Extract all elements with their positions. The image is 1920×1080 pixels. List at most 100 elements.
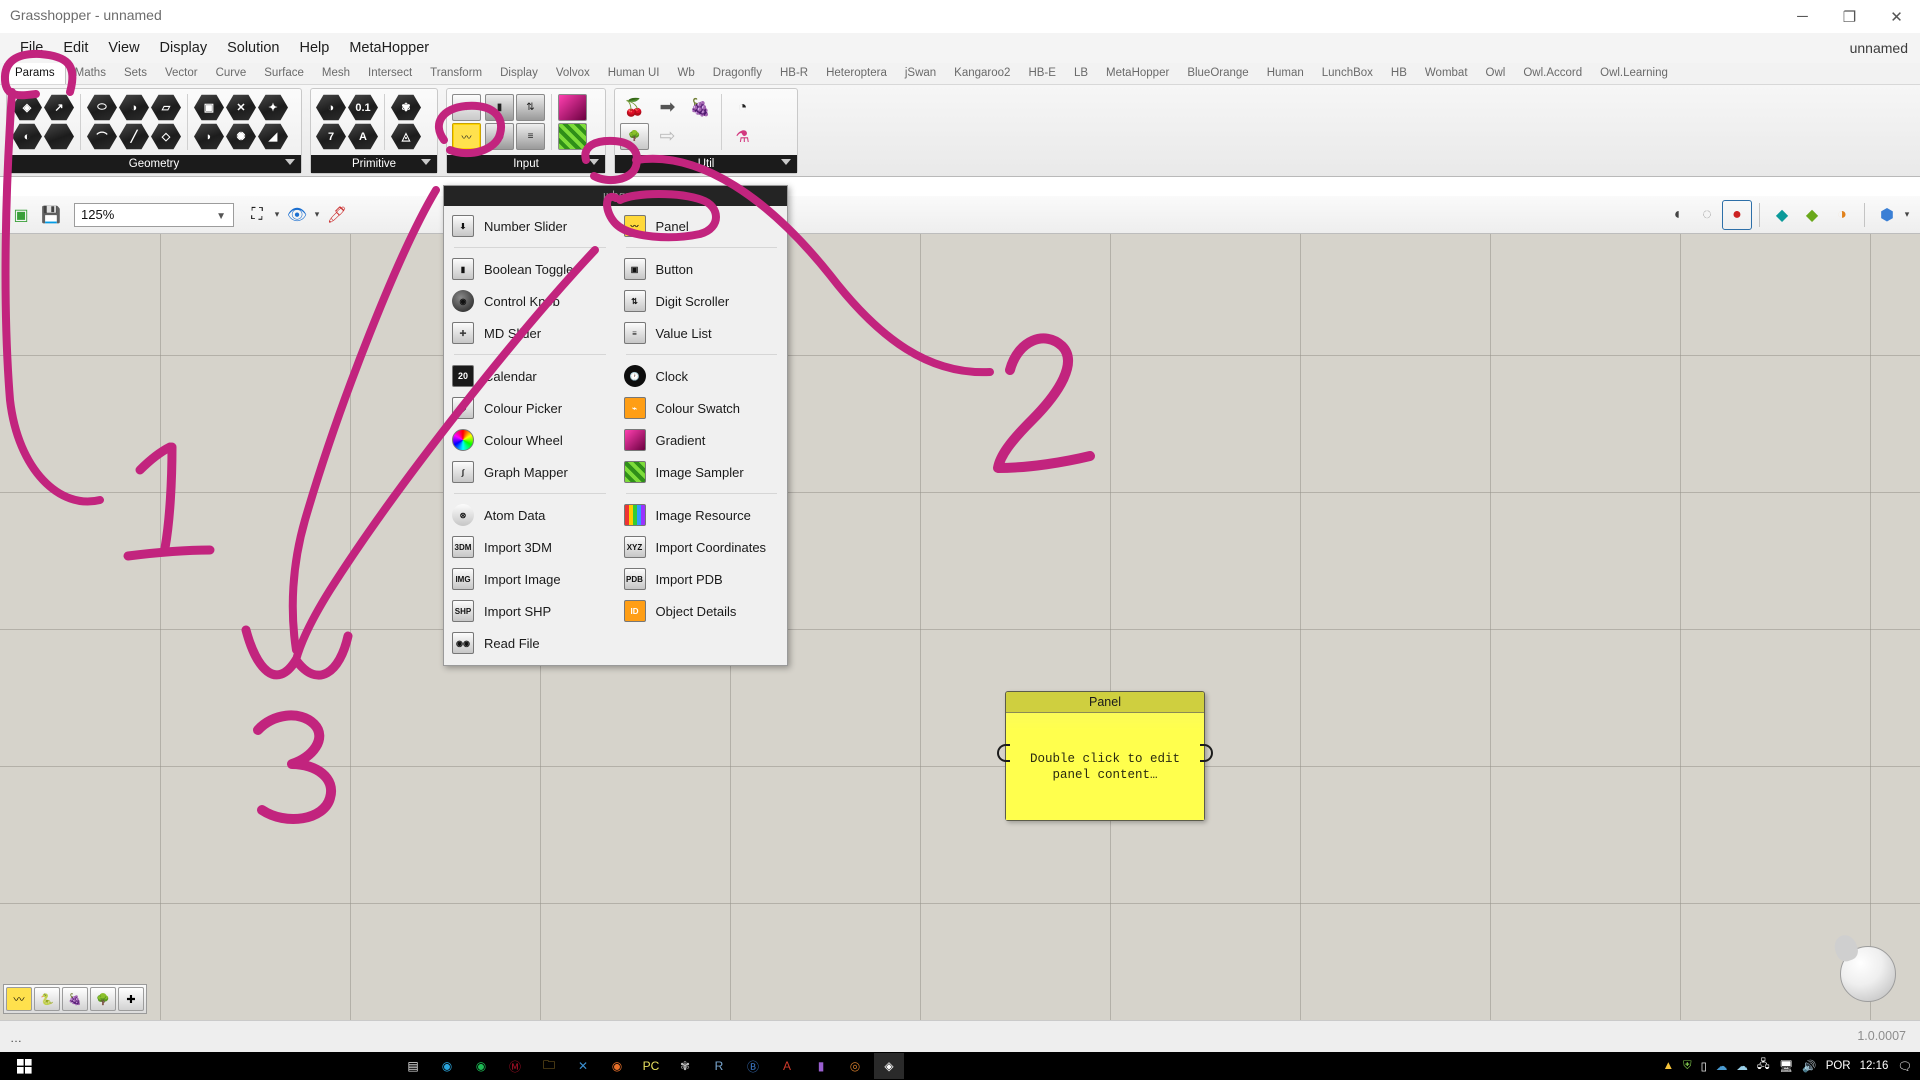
input-dropdown-menu[interactable]: Input ⬇ Number Slider ▮ Boolean Toggle ◉ Cont… [443,185,788,666]
menu-item-import-coordinates[interactable]: XYZ Import Coordinates [616,531,788,563]
taskbar-edge-icon[interactable]: ◉ [432,1053,462,1079]
menu-item-import-pdb[interactable]: PDB Import PDB [616,563,788,595]
panel-component[interactable]: Panel Double click to edit panel content… [997,691,1213,821]
param-complex-icon[interactable]: ✾ [391,94,421,121]
taskbar-acrobat-icon[interactable]: A [772,1053,802,1079]
taskbar-purple-icon[interactable]: ▮ [806,1053,836,1079]
new-document-icon[interactable]: ▣ [6,200,36,230]
tab-vector[interactable]: Vector [156,63,207,84]
menu-item-colour-wheel[interactable]: Colour Wheel [444,424,616,456]
menu-item-import-image[interactable]: IMG Import Image [444,563,616,595]
param-mesh-face-icon[interactable]: ◢ [258,123,288,150]
util-expander-icon[interactable] [781,159,791,165]
preview-green-icon[interactable]: ◆ [1797,200,1827,230]
menu-item-gradient[interactable]: Gradient [616,424,788,456]
tray-clock[interactable]: 12:16 [1860,1060,1889,1072]
menu-item-clock[interactable]: 🕐 Clock [616,360,788,392]
panel-input-port[interactable] [997,744,1010,762]
tray-drive-icon[interactable]: ▲ [1663,1060,1674,1072]
zoom-extents-icon[interactable]: ⛶ [242,200,272,230]
tray-notification-icon[interactable]: 🗨 [1897,1059,1912,1073]
value-list-icon[interactable]: ≡ [516,123,545,150]
flask-icon[interactable]: ⚗ [728,123,757,150]
tray-cloud-icon[interactable]: ☁ [1716,1059,1728,1073]
maximize-button[interactable]: ❐ [1826,0,1873,33]
widget-add-icon[interactable]: ✚ [118,987,144,1011]
cluster-icon[interactable]: ◔ [728,94,757,121]
param-text-icon[interactable]: A [348,123,378,150]
ribbon-group-label-input[interactable]: Input [447,155,605,173]
cherries-icon[interactable]: 🍒 [620,94,649,121]
param-blank-icon[interactable] [44,123,74,150]
tab-owl-accord[interactable]: Owl.Accord [1514,63,1591,84]
boolean-toggle-icon[interactable]: ▮ [485,94,514,121]
preview-dropdown-icon[interactable]: ▾ [312,209,322,220]
menu-item-read-file[interactable]: ◉◉ Read File [444,627,616,659]
preview-eye-icon[interactable]: 👁 [282,200,312,230]
menu-file[interactable]: File [10,36,53,60]
tab-owl-learning[interactable]: Owl.Learning [1591,63,1677,84]
tab-dragonfly[interactable]: Dragonfly [704,63,771,84]
grapes-icon[interactable]: 🍇 [686,94,715,121]
tab-curve[interactable]: Curve [207,63,256,84]
param-domain-icon[interactable]: ◬ [391,123,421,150]
wireframe-view-icon[interactable]: ◌ [1692,200,1722,230]
taskbar-rhino-icon[interactable]: ◈ [874,1053,904,1079]
param-arc-icon[interactable]: ⌒ [87,123,117,150]
tray-network-icon[interactable]: 🖧 [1757,1057,1770,1076]
tab-params[interactable]: Params [4,63,66,84]
arrow-right-outline-icon[interactable]: ⇨ [653,123,682,150]
tab-lunchbox[interactable]: LunchBox [1313,63,1382,84]
tab-wombat[interactable]: Wombat [1416,63,1477,84]
tab-owl[interactable]: Owl [1477,63,1515,84]
tab-metahopper[interactable]: MetaHopper [1097,63,1178,84]
tray-language[interactable]: POR [1826,1060,1851,1072]
taskbar-blender-icon[interactable]: ✾ [670,1053,700,1079]
primitive-expander-icon[interactable] [421,159,431,165]
tab-wb[interactable]: Wb [669,63,704,84]
preview-blue-dropdown-icon[interactable]: ▾ [1902,209,1912,220]
ribbon-group-label-util[interactable]: Util [615,155,797,173]
param-surface-icon[interactable]: ▱ [151,94,181,121]
tab-lb[interactable]: LB [1065,63,1097,84]
tab-jswan[interactable]: jSwan [896,63,945,84]
menu-metahopper[interactable]: MetaHopper [339,36,439,60]
param-surface-alt-icon[interactable]: ◗ [194,123,224,150]
menu-item-digit-scroller[interactable]: ⇅ Digit Scroller [616,285,788,317]
tab-heteroptera[interactable]: Heteroptera [817,63,896,84]
save-document-icon[interactable]: 💾 [36,200,66,230]
tray-display-icon[interactable]: 🖥 [1779,1059,1794,1073]
zoom-level-combobox[interactable]: 125% ▼ [74,202,234,227]
preview-blue-icon[interactable]: ⬢ [1872,200,1902,230]
param-curve-icon[interactable]: ◑ [119,94,149,121]
ribbon-group-label-primitive[interactable]: Primitive [311,155,437,173]
menu-item-number-slider[interactable]: ⬇ Number Slider [444,210,616,242]
menu-view[interactable]: View [98,36,149,60]
param-boolean-icon[interactable]: ◑ [316,94,346,121]
digit-scroller-icon[interactable]: ⇅ [516,94,545,121]
menu-item-value-list[interactable]: ≡ Value List [616,317,788,349]
gradient-icon[interactable] [558,94,587,121]
menu-edit[interactable]: Edit [53,36,98,60]
tab-human[interactable]: Human [1258,63,1313,84]
param-rectangle-icon[interactable]: ◇ [151,123,181,150]
param-vector-icon[interactable]: ↗ [44,94,74,121]
menu-item-object-details[interactable]: ID Object Details [616,595,788,627]
menu-item-image-sampler[interactable]: Image Sampler [616,456,788,488]
taskbar-explorer-icon[interactable]: 🗀 [534,1053,564,1079]
control-knob-icon[interactable]: ◉ [485,123,514,150]
tab-transform[interactable]: Transform [421,63,491,84]
menu-item-import-3dm[interactable]: 3DM Import 3DM [444,531,616,563]
image-sampler-icon[interactable] [558,123,587,150]
close-button[interactable]: ✕ [1873,0,1920,33]
param-twisted-box-icon[interactable]: ✦ [258,94,288,121]
tray-shield-icon[interactable]: ⛨ [1683,1060,1692,1073]
param-circle-icon[interactable]: ⬭ [87,94,117,121]
taskbar-store-icon[interactable]: ▤ [398,1053,428,1079]
menu-solution[interactable]: Solution [217,36,289,60]
input-expander-icon[interactable] [589,159,599,165]
taskbar-firefox-icon[interactable]: ◉ [602,1053,632,1079]
preview-orange-icon[interactable]: ◑ [1827,200,1857,230]
param-geometry-icon[interactable]: ◈ [12,94,42,121]
tab-display[interactable]: Display [491,63,547,84]
